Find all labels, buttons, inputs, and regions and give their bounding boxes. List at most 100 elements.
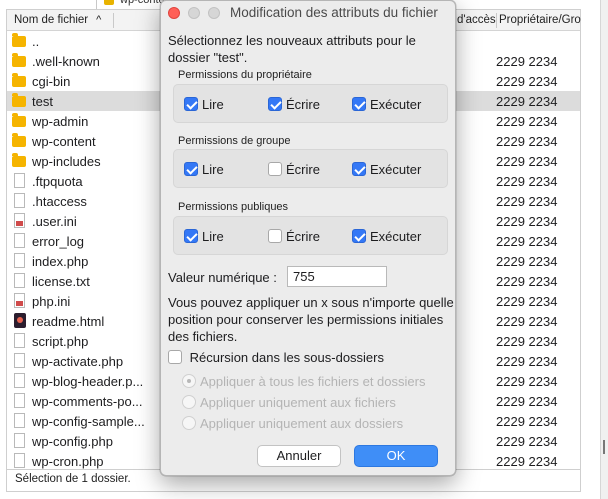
file-name: wp-content: [32, 134, 96, 149]
minimize-window-icon: [188, 7, 200, 19]
file-name: readme.html: [32, 314, 105, 329]
permissions-group-label: Permissions de groupe: [178, 135, 291, 147]
document-icon: [14, 333, 25, 348]
column-header-name[interactable]: Nom de fichier ^: [14, 14, 101, 26]
document-icon: [14, 173, 25, 188]
permissions-owner-label: Permissions du propriétaire: [178, 69, 312, 81]
radio-label: Appliquer à tous les fichiers et dossier…: [200, 374, 426, 389]
document-icon: [14, 353, 25, 368]
ok-button[interactable]: OK: [354, 445, 438, 467]
numeric-value-label: Valeur numérique :: [168, 270, 277, 285]
checkbox-group-execute[interactable]: Exécuter: [352, 162, 421, 177]
folder-icon: [12, 153, 26, 167]
recursion-checkbox[interactable]: Récursion dans les sous-dossiers: [168, 350, 384, 365]
checkbox-group-read[interactable]: Lire: [184, 162, 224, 177]
column-divider: [496, 13, 497, 28]
file-owner: 2229 2234: [496, 454, 558, 469]
checkbox-checked-icon: [352, 229, 366, 243]
checkbox-checked-icon: [352, 97, 366, 111]
scrollbar-thumb[interactable]: [603, 440, 605, 454]
checkbox-owner-write[interactable]: Écrire: [268, 97, 320, 112]
config-file-icon: [14, 213, 25, 228]
file-name: ..: [32, 34, 40, 49]
file-owner: 2229 2234: [496, 274, 558, 289]
file-name: script.php: [32, 334, 89, 349]
file-owner: 2229 2234: [496, 374, 558, 389]
file-name: wp-admin: [32, 114, 89, 129]
folder-icon: [12, 33, 26, 47]
file-owner: 2229 2234: [496, 54, 558, 69]
chevron-up-icon: ^: [96, 14, 102, 26]
radio-label: Appliquer uniquement aux fichiers: [200, 395, 396, 410]
radio-apply-all[interactable]: Appliquer à tous les fichiers et dossier…: [182, 374, 425, 389]
radio-apply-folders[interactable]: Appliquer uniquement aux dossiers: [182, 416, 403, 431]
checkbox-unchecked-icon: [268, 162, 282, 176]
radio-apply-files[interactable]: Appliquer uniquement aux fichiers: [182, 395, 396, 410]
file-owner: 2229 2234: [496, 394, 558, 409]
checkbox-unchecked-icon: [268, 229, 282, 243]
permission-label: Exécuter: [370, 229, 422, 244]
status-text: Sélection de 1 dossier.: [15, 473, 131, 485]
file-name: index.php: [32, 254, 89, 269]
checkbox-checked-icon: [184, 97, 198, 111]
file-name: error_log: [32, 234, 85, 249]
radio-label: Appliquer uniquement aux dossiers: [200, 416, 404, 431]
permissions-public-label: Permissions publiques: [178, 201, 289, 213]
document-icon: [14, 453, 25, 468]
permissions-owner-box: Lire Écrire Exécuter: [173, 84, 448, 123]
document-icon: [14, 393, 25, 408]
column-header-access[interactable]: d'accès: [457, 14, 496, 26]
checkbox-checked-icon: [184, 162, 198, 176]
checkbox-checked-icon: [352, 162, 366, 176]
numeric-value-input[interactable]: [287, 266, 387, 287]
document-icon: [14, 233, 25, 248]
document-icon: [14, 413, 25, 428]
permission-label: Écrire: [286, 162, 320, 177]
file-name: .ftpquota: [32, 174, 83, 189]
tree-folder-icon: [104, 0, 114, 5]
file-owner: 2229 2234: [496, 294, 558, 309]
recursion-label: Récursion dans les sous-dossiers: [189, 350, 384, 365]
file-name: license.txt: [32, 274, 90, 289]
column-divider: [113, 13, 114, 28]
checkbox-unchecked-icon: [168, 350, 182, 364]
folder-icon: [12, 133, 26, 147]
file-name: wp-config.php: [32, 434, 113, 449]
checkbox-public-write[interactable]: Écrire: [268, 229, 320, 244]
checkbox-public-read[interactable]: Lire: [184, 229, 224, 244]
permissions-public-box: Lire Écrire Exécuter: [173, 216, 448, 255]
column-header-owner[interactable]: Propriétaire/Gro: [499, 14, 581, 26]
file-attributes-dialog: Modification des attributs du fichier Sé…: [160, 0, 456, 476]
help-text: Vous pouvez appliquer un x sous n'import…: [168, 295, 454, 344]
file-owner: 2229 2234: [496, 254, 558, 269]
file-name: test: [32, 94, 53, 109]
file-name: .htaccess: [32, 194, 87, 209]
file-owner: 2229 2234: [496, 434, 558, 449]
cancel-button[interactable]: Annuler: [257, 445, 341, 467]
file-owner: 2229 2234: [496, 234, 558, 249]
permissions-group-box: Lire Écrire Exécuter: [173, 149, 448, 188]
config-file-icon: [14, 293, 25, 308]
tree-line: [96, 0, 97, 9]
window-edge: [600, 0, 608, 499]
radio-unselected-icon: [182, 416, 196, 430]
document-icon: [14, 373, 25, 388]
file-name: php.ini: [32, 294, 71, 309]
file-name: wp-activate.php: [32, 354, 124, 369]
document-icon: [14, 273, 25, 288]
checkbox-owner-execute[interactable]: Exécuter: [352, 97, 421, 112]
file-name: wp-includes: [32, 154, 101, 169]
file-name: .user.ini: [32, 214, 77, 229]
close-window-icon[interactable]: [168, 7, 180, 19]
permission-label: Lire: [202, 97, 224, 112]
file-owner: 2229 2234: [496, 154, 558, 169]
folder-icon: [12, 73, 26, 87]
file-owner: 2229 2234: [496, 314, 558, 329]
checkbox-public-execute[interactable]: Exécuter: [352, 229, 421, 244]
checkbox-checked-icon: [268, 97, 282, 111]
checkbox-group-write[interactable]: Écrire: [268, 162, 320, 177]
checkbox-owner-read[interactable]: Lire: [184, 97, 224, 112]
checkbox-checked-icon: [184, 229, 198, 243]
file-owner: 2229 2234: [496, 354, 558, 369]
file-name: cgi-bin: [32, 74, 71, 89]
